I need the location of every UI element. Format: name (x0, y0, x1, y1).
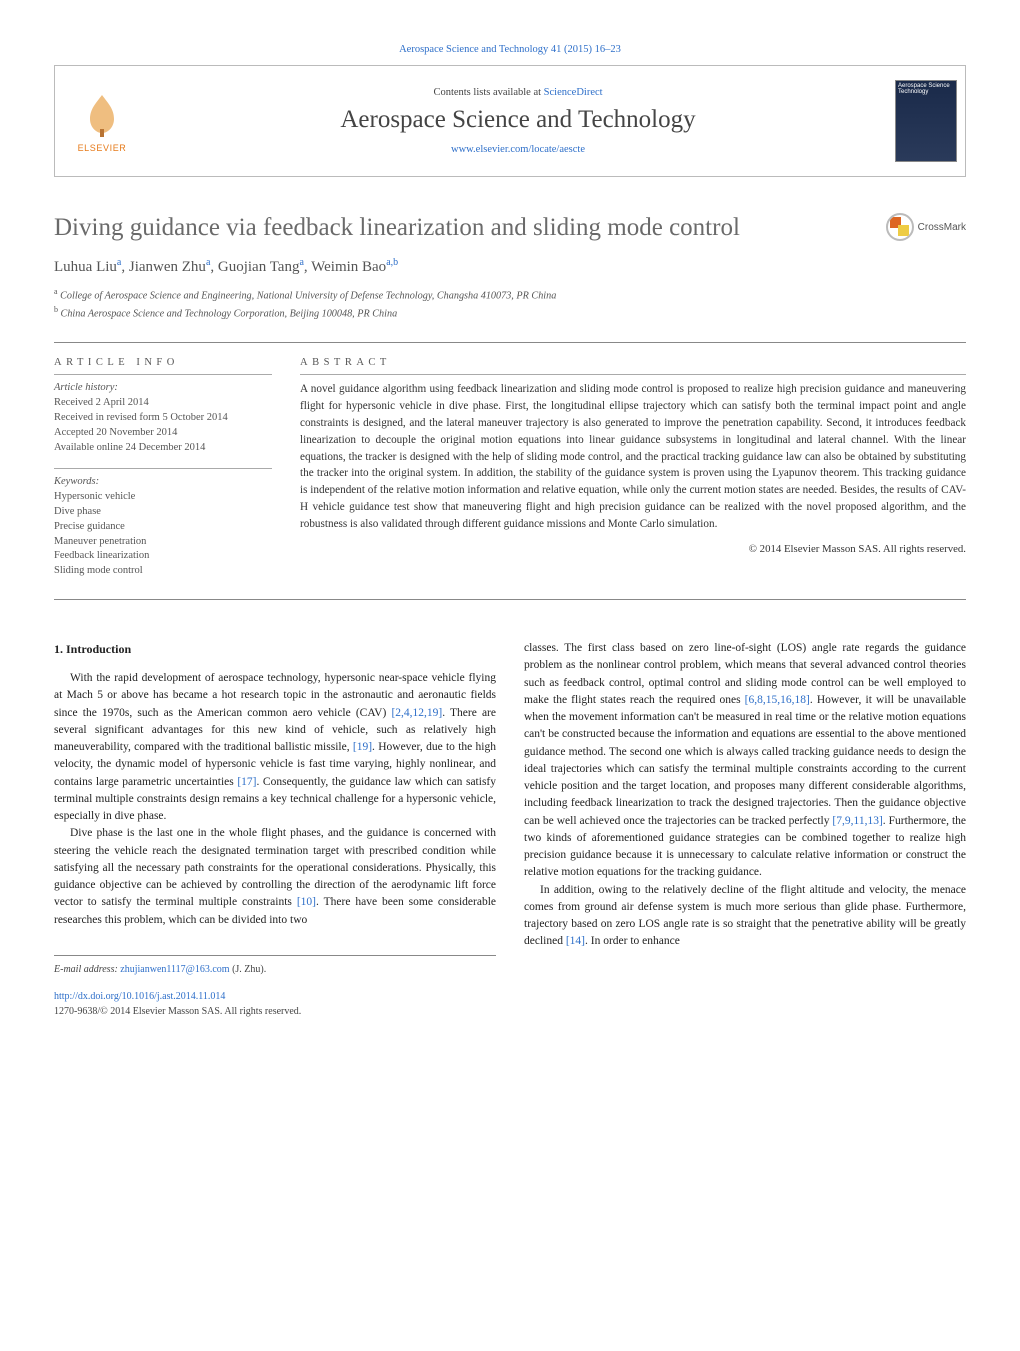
author-1-aff: a (117, 257, 121, 268)
history-label: Article history: (54, 381, 272, 396)
crossmark-label: CrossMark (918, 222, 966, 233)
author-2: Jianwen Zhu (129, 259, 206, 275)
footer-block: E-mail address: zhujianwen1117@163.com (… (54, 955, 496, 1019)
history-accepted: Accepted 20 November 2014 (54, 426, 272, 441)
ref-7-9-11-13[interactable]: [7,9,11,13] (832, 815, 882, 827)
affiliation-list: a College of Aerospace Science and Engin… (54, 286, 966, 322)
doi-line: http://dx.doi.org/10.1016/j.ast.2014.11.… (54, 989, 496, 1004)
keyword-1: Hypersonic vehicle (54, 490, 272, 505)
keyword-3: Precise guidance (54, 520, 272, 535)
ref-6-8-15-16-18[interactable]: [6,8,15,16,18] (745, 694, 810, 706)
elsevier-logo: ELSEVIER (78, 89, 127, 153)
cover-thumb-box: Aerospace Science Technology (887, 66, 965, 176)
keywords-block: Keywords: Hypersonic vehicle Dive phase … (54, 475, 272, 579)
ref-14[interactable]: [14] (566, 935, 585, 947)
doi-link[interactable]: http://dx.doi.org/10.1016/j.ast.2014.11.… (54, 991, 225, 1002)
author-list: Luhua Liua, Jianwen Zhua, Guojian Tanga,… (54, 257, 966, 276)
paper-title: Diving guidance via feedback linearizati… (54, 213, 886, 243)
aff-b-sup: b (54, 305, 58, 314)
journal-homepage-link[interactable]: www.elsevier.com/locate/aescte (451, 144, 585, 155)
journal-name: Aerospace Science and Technology (340, 106, 695, 134)
ref-17[interactable]: [17] (237, 776, 256, 788)
crossmark-icon (886, 213, 914, 241)
history-revised: Received in revised form 5 October 2014 (54, 411, 272, 426)
title-row: Diving guidance via feedback linearizati… (54, 213, 966, 243)
abstract-column: abstract A novel guidance algorithm usin… (300, 357, 966, 579)
aff-b-text: China Aerospace Science and Technology C… (61, 309, 398, 320)
aff-a-sup: a (54, 287, 58, 296)
abstract-divider (300, 374, 966, 375)
keyword-5: Feedback linearization (54, 549, 272, 564)
author-2-aff: a (206, 257, 210, 268)
aff-a-text: College of Aerospace Science and Enginee… (60, 290, 556, 301)
affiliation-a: a College of Aerospace Science and Engin… (54, 286, 966, 304)
history-online: Available online 24 December 2014 (54, 441, 272, 456)
header-center: Contents lists available at ScienceDirec… (149, 66, 887, 176)
para-2: Dive phase is the last one in the whole … (54, 825, 496, 929)
body-columns: 1. Introduction With the rapid developme… (54, 640, 966, 1019)
body-column-right: classes. The first class based on zero l… (524, 640, 966, 1019)
page-root: Aerospace Science and Technology 41 (201… (0, 0, 1020, 1059)
author-3: Guojian Tang (218, 259, 300, 275)
keywords-label: Keywords: (54, 475, 272, 490)
journal-cover-thumbnail: Aerospace Science Technology (895, 80, 957, 162)
email-who: (J. Zhu). (232, 964, 266, 975)
info-abstract-row: article info Article history: Received 2… (54, 357, 966, 579)
author-3-aff: a (299, 257, 303, 268)
contents-available: Contents lists available at ScienceDirec… (433, 87, 602, 98)
keyword-2: Dive phase (54, 505, 272, 520)
crossmark-badge[interactable]: CrossMark (886, 213, 966, 241)
ref-2-4-12-19[interactable]: [2,4,12,19] (391, 707, 442, 719)
abstract-copyright: © 2014 Elsevier Masson SAS. All rights r… (300, 543, 966, 555)
email-label: E-mail address: (54, 964, 118, 975)
ref-19[interactable]: [19] (353, 741, 372, 753)
body-column-left: 1. Introduction With the rapid developme… (54, 640, 496, 1019)
abstract-text: A novel guidance algorithm using feedbac… (300, 381, 966, 532)
p3-b: . In order to enhance (585, 935, 680, 947)
affiliation-b: b China Aerospace Science and Technology… (54, 304, 966, 322)
divider-bottom (54, 599, 966, 600)
p2c-b: . However, it will be unavailable when t… (524, 694, 966, 827)
author-4: Weimin Bao (311, 259, 386, 275)
abstract-head: abstract (300, 357, 966, 368)
corresponding-email: E-mail address: zhujianwen1117@163.com (… (54, 962, 496, 977)
article-info-head: article info (54, 357, 272, 368)
publisher-logo-box: ELSEVIER (55, 66, 149, 176)
sciencedirect-link[interactable]: ScienceDirect (544, 87, 603, 98)
issn-copyright-line: 1270-9638/© 2014 Elsevier Masson SAS. Al… (54, 1004, 496, 1019)
author-1: Luhua Liu (54, 259, 117, 275)
article-history: Article history: Received 2 April 2014 R… (54, 381, 272, 456)
history-received: Received 2 April 2014 (54, 396, 272, 411)
info-divider-2 (54, 468, 272, 469)
para-3: In addition, owing to the relatively dec… (524, 882, 966, 951)
ref-10[interactable]: [10] (297, 896, 316, 908)
article-info-column: article info Article history: Received 2… (54, 357, 272, 579)
journal-header: ELSEVIER Contents lists available at Sci… (54, 65, 966, 177)
info-divider-1 (54, 374, 272, 375)
keyword-4: Maneuver penetration (54, 535, 272, 550)
keyword-6: Sliding mode control (54, 564, 272, 579)
section-1-head: 1. Introduction (54, 640, 496, 658)
author-4-aff: a,b (386, 257, 398, 268)
para-1: With the rapid development of aerospace … (54, 670, 496, 825)
email-link[interactable]: zhujianwen1117@163.com (120, 964, 229, 975)
running-head: Aerospace Science and Technology 41 (201… (54, 44, 966, 55)
para-2-cont: classes. The first class based on zero l… (524, 640, 966, 882)
elsevier-tree-icon (78, 89, 126, 141)
contents-prefix: Contents lists available at (433, 87, 543, 98)
divider-top (54, 342, 966, 343)
elsevier-text: ELSEVIER (78, 143, 127, 153)
